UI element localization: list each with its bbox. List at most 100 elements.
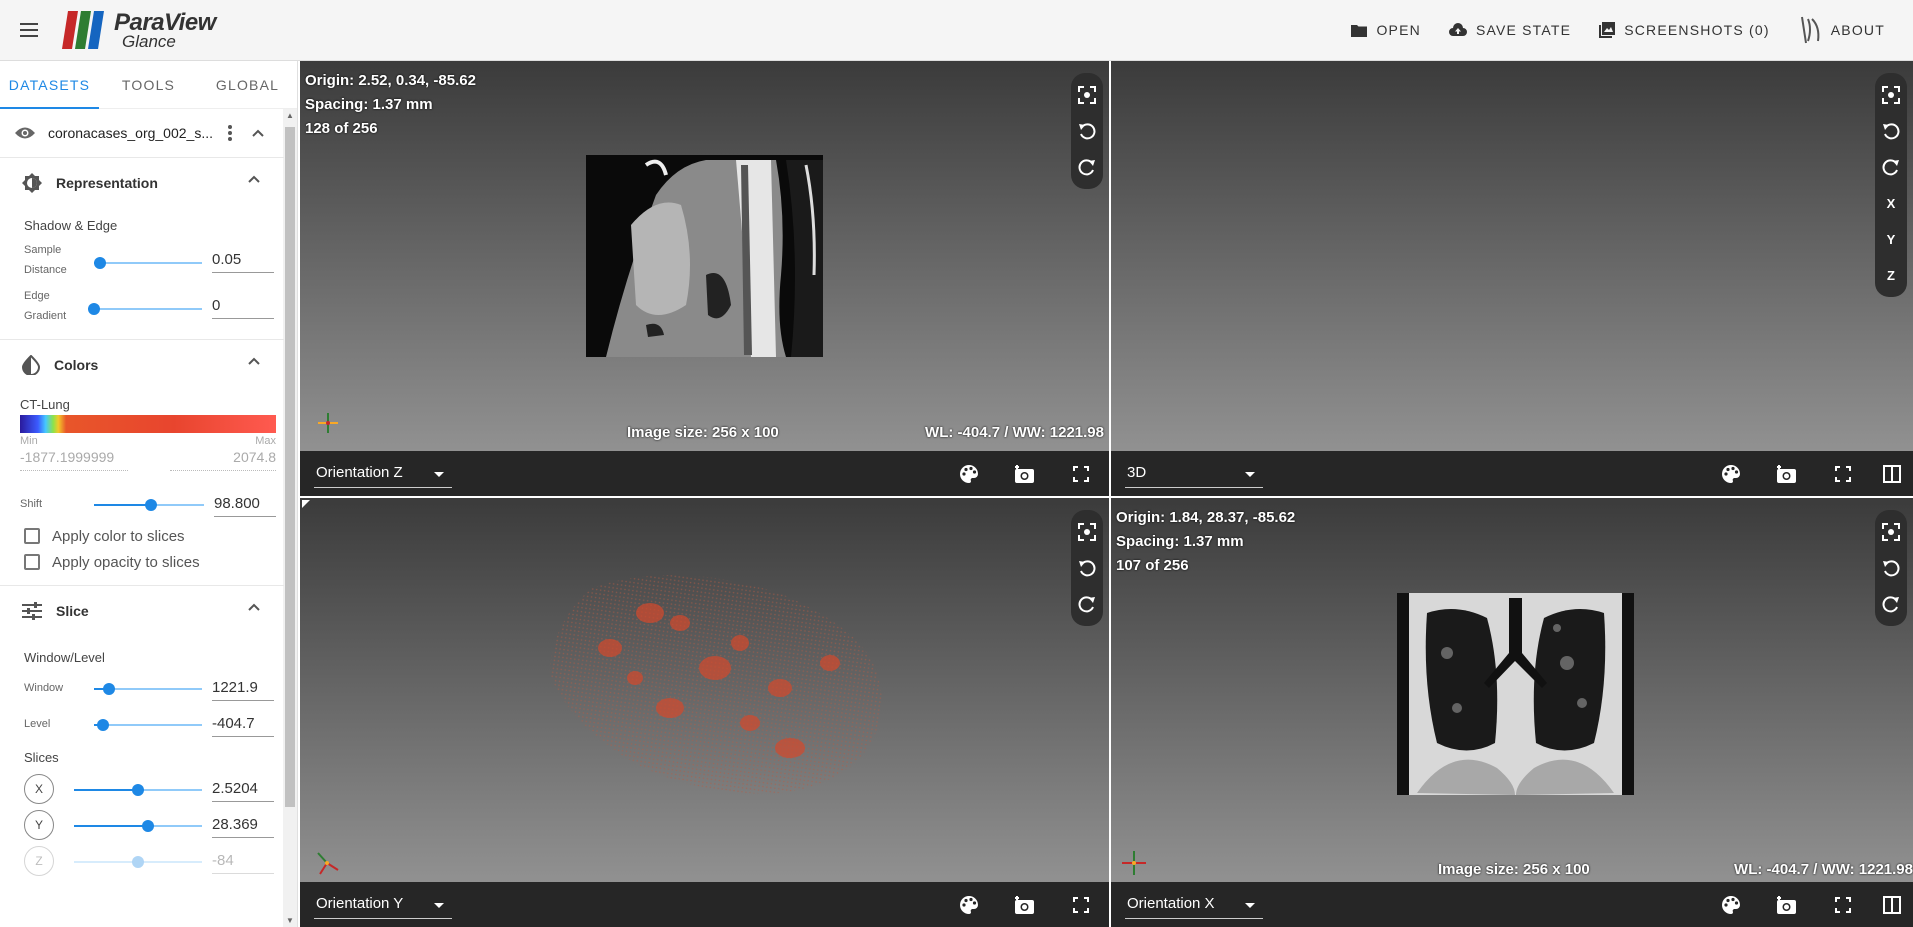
scroll-up-arrow-icon[interactable]: ▲ [286, 111, 294, 120]
slice-z-button[interactable]: Z [24, 846, 54, 876]
rotate-left-icon[interactable] [1073, 113, 1101, 149]
menu-icon[interactable] [14, 15, 44, 45]
slice-y-button[interactable]: Y [24, 810, 54, 840]
camera-plus-icon[interactable] [997, 882, 1053, 927]
split-view-icon[interactable] [1871, 451, 1913, 496]
view-top-left[interactable]: Origin: 2.52, 0.34, -85.62 Spacing: 1.37… [300, 61, 1109, 496]
slice-index-text: 128 of 256 [305, 120, 378, 137]
view-top-right[interactable]: X Y Z 3D [1111, 61, 1913, 496]
tab-tools[interactable]: TOOLS [99, 61, 198, 108]
eye-icon[interactable] [14, 126, 36, 140]
colormap-min-input[interactable]: -1877.1999999 [20, 449, 128, 471]
representation-section-header[interactable]: Representation [0, 157, 284, 207]
slices-label: Slices [24, 750, 59, 765]
palette-icon[interactable] [941, 882, 997, 927]
camera-plus-icon[interactable] [1759, 451, 1815, 496]
edge-gradient-input[interactable]: 0 [212, 293, 274, 319]
focus-icon[interactable] [1877, 514, 1905, 550]
slice-y-input[interactable]: 28.369 [212, 812, 274, 838]
rotate-right-icon[interactable] [1073, 586, 1101, 622]
slice-x-input[interactable]: 2.5204 [212, 776, 274, 802]
slice-y-row: Y 28.369 [0, 807, 284, 843]
slice-y-slider[interactable] [74, 820, 202, 832]
palette-icon[interactable] [1703, 882, 1759, 927]
palette-icon[interactable] [941, 451, 997, 496]
slice-z-input[interactable]: -84 [212, 848, 274, 874]
fullscreen-icon[interactable] [1815, 882, 1871, 927]
chevron-up-icon[interactable] [248, 603, 260, 611]
slider-knob[interactable] [103, 683, 116, 695]
slider-knob[interactable] [94, 257, 107, 269]
rotate-left-icon[interactable] [1073, 550, 1101, 586]
chevron-up-icon[interactable] [252, 129, 264, 137]
screenshots-label: SCREENSHOTS (0) [1624, 22, 1770, 38]
view-axis-z-button[interactable]: Z [1877, 257, 1905, 293]
open-button[interactable]: OPEN [1337, 12, 1434, 48]
window-input[interactable]: 1221.9 [212, 675, 274, 701]
rotate-left-icon[interactable] [1877, 550, 1905, 586]
tab-datasets[interactable]: DATASETS [0, 61, 99, 109]
orientation-value: Orientation Y [316, 894, 404, 912]
colors-section-header[interactable]: Colors [0, 339, 284, 389]
slice-section-header[interactable]: Slice [0, 585, 284, 635]
camera-plus-icon[interactable] [1759, 882, 1815, 927]
colormap-gradient-bar[interactable] [20, 415, 276, 433]
view-axis-y-button[interactable]: Y [1877, 221, 1905, 257]
orientation-select[interactable]: Orientation Y [314, 891, 452, 919]
sample-distance-slider[interactable] [94, 257, 202, 269]
chevron-up-icon[interactable] [248, 357, 260, 365]
scrollbar-thumb[interactable] [285, 127, 295, 807]
slice-x-button[interactable]: X [24, 774, 54, 804]
slider-knob[interactable] [145, 499, 158, 511]
colormap-preset-name[interactable]: CT-Lung [20, 397, 70, 412]
rotate-right-icon[interactable] [1877, 149, 1905, 185]
focus-icon[interactable] [1073, 514, 1101, 550]
paraview-glance-logo: ParaView Glance [62, 10, 216, 50]
edge-gradient-slider[interactable] [88, 303, 202, 315]
orientation-select[interactable]: 3D [1125, 460, 1263, 488]
scroll-down-arrow-icon[interactable]: ▼ [286, 916, 294, 925]
colormap-max-input[interactable]: 2074.8 [170, 449, 276, 471]
camera-plus-icon[interactable] [997, 451, 1053, 496]
shift-input[interactable]: 98.800 [214, 491, 276, 517]
slice-x-slider[interactable] [74, 784, 202, 796]
level-slider[interactable] [94, 719, 202, 731]
view-bottom-left[interactable]: Orientation Y [300, 498, 1109, 927]
chevron-up-icon[interactable] [248, 175, 260, 183]
save-state-button[interactable]: SAVE STATE [1435, 12, 1585, 48]
apply-color-row[interactable]: Apply color to slices [0, 523, 284, 549]
tab-global[interactable]: GLOBAL [198, 61, 297, 108]
shift-slider[interactable] [94, 499, 204, 511]
fullscreen-icon[interactable] [1053, 882, 1109, 927]
slider-knob[interactable] [88, 303, 100, 315]
rotate-left-icon[interactable] [1877, 113, 1905, 149]
rotate-right-icon[interactable] [1073, 149, 1101, 185]
split-view-icon[interactable] [1871, 882, 1913, 927]
focus-icon[interactable] [1877, 77, 1905, 113]
slice-z-slider[interactable] [74, 856, 202, 868]
orientation-select[interactable]: Orientation Z [314, 460, 452, 488]
panel-scrollbar[interactable]: ▲ ▼ [283, 109, 297, 927]
about-button[interactable]: ABOUT [1784, 12, 1899, 48]
slider-knob[interactable] [132, 856, 144, 868]
orientation-select[interactable]: Orientation X [1125, 891, 1263, 919]
view-side-toolbar [1071, 510, 1103, 626]
window-slider[interactable] [94, 683, 202, 695]
apply-opacity-checkbox[interactable] [24, 554, 40, 570]
slider-knob[interactable] [142, 820, 155, 832]
slider-knob[interactable] [96, 719, 109, 731]
dots-vertical-icon[interactable] [228, 125, 232, 141]
palette-icon[interactable] [1703, 451, 1759, 496]
slider-knob[interactable] [132, 784, 144, 796]
view-bottom-right[interactable]: Origin: 1.84, 28.37, -85.62 Spacing: 1.3… [1111, 498, 1913, 927]
fullscreen-icon[interactable] [1815, 451, 1871, 496]
focus-icon[interactable] [1073, 77, 1101, 113]
apply-opacity-row[interactable]: Apply opacity to slices [0, 549, 284, 575]
rotate-right-icon[interactable] [1877, 586, 1905, 622]
sample-distance-input[interactable]: 0.05 [212, 247, 274, 273]
view-axis-x-button[interactable]: X [1877, 185, 1905, 221]
level-input[interactable]: -404.7 [212, 711, 274, 737]
apply-color-checkbox[interactable] [24, 528, 40, 544]
fullscreen-icon[interactable] [1053, 451, 1109, 496]
screenshots-button[interactable]: SCREENSHOTS (0) [1585, 12, 1784, 48]
